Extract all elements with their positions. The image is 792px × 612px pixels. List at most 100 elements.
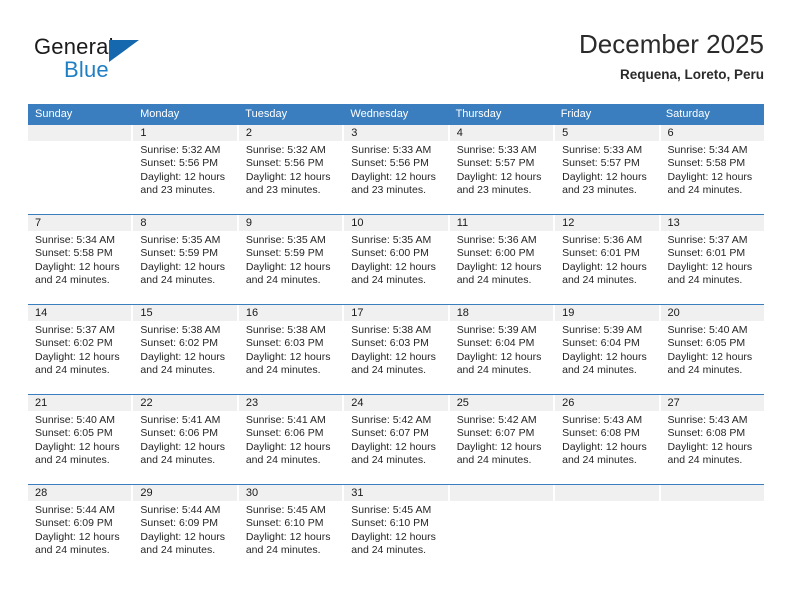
- day-cell[interactable]: 21 Sunrise: 5:40 AM Sunset: 6:05 PM Dayl…: [28, 395, 134, 484]
- sunrise-text: Sunrise: 5:44 AM: [35, 504, 115, 516]
- sunrise-text: Sunrise: 5:39 AM: [562, 324, 643, 336]
- day-cell[interactable]: 31 Sunrise: 5:45 AM Sunset: 6:10 PM Dayl…: [344, 485, 450, 574]
- day-info: Sunrise: 5:40 AM Sunset: 6:05 PM Dayligh…: [28, 411, 131, 468]
- sunrise-text: Sunrise: 5:33 AM: [456, 144, 537, 156]
- day-cell[interactable]: 15 Sunrise: 5:38 AM Sunset: 6:02 PM Dayl…: [133, 305, 239, 394]
- day-number: 22: [133, 395, 237, 411]
- day-number: 1: [133, 125, 237, 141]
- day-number: 15: [133, 305, 237, 321]
- daylight-text-line1: Daylight: 12 hours: [456, 260, 542, 273]
- daylight-text-line2: and 24 minutes.: [456, 274, 532, 287]
- day-cell[interactable]: 14 Sunrise: 5:37 AM Sunset: 6:02 PM Dayl…: [28, 305, 134, 394]
- day-cell[interactable]: 29 Sunrise: 5:44 AM Sunset: 6:09 PM Dayl…: [133, 485, 239, 574]
- sunset-text: Sunset: 6:03 PM: [351, 337, 429, 350]
- daylight-text-line1: Daylight: 12 hours: [140, 350, 226, 363]
- day-cell[interactable]: 2 Sunrise: 5:32 AM Sunset: 5:56 PM Dayli…: [238, 125, 345, 214]
- day-cell[interactable]: 26 Sunrise: 5:43 AM Sunset: 6:08 PM Dayl…: [555, 395, 661, 484]
- day-number: [660, 485, 764, 501]
- day-info: Sunrise: 5:35 AM Sunset: 5:59 PM Dayligh…: [133, 231, 236, 288]
- day-cell[interactable]: 27 Sunrise: 5:43 AM Sunset: 6:08 PM Dayl…: [660, 395, 764, 484]
- day-cell[interactable]: [449, 485, 556, 574]
- day-cell[interactable]: 22 Sunrise: 5:41 AM Sunset: 6:06 PM Dayl…: [133, 395, 239, 484]
- day-number: 2: [238, 125, 343, 141]
- day-cell[interactable]: 23 Sunrise: 5:41 AM Sunset: 6:06 PM Dayl…: [238, 395, 345, 484]
- sunrise-text: Sunrise: 5:40 AM: [667, 324, 748, 336]
- weekday-header-friday: Friday: [560, 108, 592, 120]
- day-cell[interactable]: 9 Sunrise: 5:35 AM Sunset: 5:59 PM Dayli…: [238, 215, 345, 304]
- week-row: 1 Sunrise: 5:32 AM Sunset: 5:56 PM Dayli…: [28, 124, 764, 214]
- day-cell[interactable]: 18 Sunrise: 5:39 AM Sunset: 6:04 PM Dayl…: [449, 305, 556, 394]
- day-cell[interactable]: 4 Sunrise: 5:33 AM Sunset: 5:57 PM Dayli…: [449, 125, 556, 214]
- day-cell[interactable]: 25 Sunrise: 5:42 AM Sunset: 6:07 PM Dayl…: [449, 395, 556, 484]
- daylight-text-line1: Daylight: 12 hours: [667, 260, 753, 273]
- daylight-text-line1: Daylight: 12 hours: [456, 350, 542, 363]
- daylight-text-line1: Daylight: 12 hours: [667, 350, 753, 363]
- sunset-text: Sunset: 6:10 PM: [245, 517, 324, 530]
- daylight-text-line1: Daylight: 12 hours: [245, 350, 331, 363]
- sunrise-text: Sunrise: 5:35 AM: [140, 234, 221, 246]
- daylight-text-line2: and 24 minutes.: [667, 274, 743, 287]
- day-cell[interactable]: 6 Sunrise: 5:34 AM Sunset: 5:58 PM Dayli…: [660, 125, 764, 214]
- day-number: 3: [344, 125, 448, 141]
- sunrise-text: Sunrise: 5:32 AM: [245, 144, 326, 156]
- daylight-text-line2: and 24 minutes.: [351, 454, 426, 467]
- day-number: 4: [449, 125, 554, 141]
- general-blue-logo[interactable]: General Blue: [34, 34, 224, 90]
- sunrise-text: Sunrise: 5:37 AM: [667, 234, 748, 246]
- week-row: 14 Sunrise: 5:37 AM Sunset: 6:02 PM Dayl…: [28, 304, 764, 394]
- daylight-text-line1: Daylight: 12 hours: [140, 440, 226, 453]
- day-cell[interactable]: 11 Sunrise: 5:36 AM Sunset: 6:00 PM Dayl…: [449, 215, 556, 304]
- day-cell[interactable]: 5 Sunrise: 5:33 AM Sunset: 5:57 PM Dayli…: [555, 125, 661, 214]
- daylight-text-line1: Daylight: 12 hours: [140, 530, 226, 543]
- weekday-header-sunday: Sunday: [35, 108, 73, 120]
- sunrise-text: Sunrise: 5:32 AM: [140, 144, 221, 156]
- daylight-text-line2: and 24 minutes.: [667, 364, 743, 377]
- day-number: 10: [344, 215, 448, 231]
- daylight-text-line2: and 24 minutes.: [140, 364, 216, 377]
- daylight-text-line2: and 24 minutes.: [562, 364, 637, 377]
- day-info: Sunrise: 5:44 AM Sunset: 6:09 PM Dayligh…: [28, 501, 131, 558]
- day-number: 29: [133, 485, 237, 501]
- day-cell[interactable]: [555, 485, 661, 574]
- day-cell[interactable]: 12 Sunrise: 5:36 AM Sunset: 6:01 PM Dayl…: [555, 215, 661, 304]
- sunset-text: Sunset: 5:56 PM: [351, 157, 429, 170]
- day-cell[interactable]: 24 Sunrise: 5:42 AM Sunset: 6:07 PM Dayl…: [344, 395, 450, 484]
- sunset-text: Sunset: 5:57 PM: [456, 157, 535, 170]
- day-cell[interactable]: 7 Sunrise: 5:34 AM Sunset: 5:58 PM Dayli…: [28, 215, 134, 304]
- day-info: Sunrise: 5:39 AM Sunset: 6:04 PM Dayligh…: [555, 321, 658, 378]
- day-info: Sunrise: 5:42 AM Sunset: 6:07 PM Dayligh…: [344, 411, 447, 468]
- day-cell[interactable]: 16 Sunrise: 5:38 AM Sunset: 6:03 PM Dayl…: [238, 305, 345, 394]
- sunrise-text: Sunrise: 5:35 AM: [245, 234, 326, 246]
- day-cell[interactable]: 28 Sunrise: 5:44 AM Sunset: 6:09 PM Dayl…: [28, 485, 134, 574]
- day-number: 13: [660, 215, 764, 231]
- daylight-text-line2: and 24 minutes.: [351, 274, 426, 287]
- sunset-text: Sunset: 6:09 PM: [35, 517, 113, 530]
- day-cell[interactable]: 17 Sunrise: 5:38 AM Sunset: 6:03 PM Dayl…: [344, 305, 450, 394]
- sunset-text: Sunset: 5:59 PM: [245, 247, 324, 260]
- day-cell[interactable]: 19 Sunrise: 5:39 AM Sunset: 6:04 PM Dayl…: [555, 305, 661, 394]
- day-cell[interactable]: 30 Sunrise: 5:45 AM Sunset: 6:10 PM Dayl…: [238, 485, 345, 574]
- day-cell[interactable]: [28, 125, 134, 214]
- daylight-text-line2: and 24 minutes.: [667, 454, 743, 467]
- sunset-text: Sunset: 6:04 PM: [456, 337, 535, 350]
- day-number: [28, 125, 132, 141]
- daylight-text-line2: and 24 minutes.: [35, 454, 110, 467]
- day-number: 16: [238, 305, 343, 321]
- day-cell[interactable]: 13 Sunrise: 5:37 AM Sunset: 6:01 PM Dayl…: [660, 215, 764, 304]
- daylight-text-line2: and 23 minutes.: [351, 184, 426, 197]
- day-number: 23: [238, 395, 343, 411]
- day-cell[interactable]: 8 Sunrise: 5:35 AM Sunset: 5:59 PM Dayli…: [133, 215, 239, 304]
- sunrise-text: Sunrise: 5:34 AM: [35, 234, 115, 246]
- day-cell[interactable]: 1 Sunrise: 5:32 AM Sunset: 5:56 PM Dayli…: [133, 125, 239, 214]
- day-cell[interactable]: 3 Sunrise: 5:33 AM Sunset: 5:56 PM Dayli…: [344, 125, 450, 214]
- page-subtitle-location: Requena, Loreto, Peru: [619, 67, 764, 82]
- day-info: Sunrise: 5:34 AM Sunset: 5:58 PM Dayligh…: [28, 231, 131, 288]
- sunrise-text: Sunrise: 5:41 AM: [140, 414, 221, 426]
- daylight-text-line2: and 24 minutes.: [140, 274, 216, 287]
- day-cell[interactable]: 10 Sunrise: 5:35 AM Sunset: 6:00 PM Dayl…: [344, 215, 450, 304]
- day-cell[interactable]: [660, 485, 764, 574]
- day-number: 9: [238, 215, 343, 231]
- day-number: 6: [660, 125, 764, 141]
- day-cell[interactable]: 20 Sunrise: 5:40 AM Sunset: 6:05 PM Dayl…: [660, 305, 764, 394]
- day-info: Sunrise: 5:37 AM Sunset: 6:01 PM Dayligh…: [661, 231, 764, 288]
